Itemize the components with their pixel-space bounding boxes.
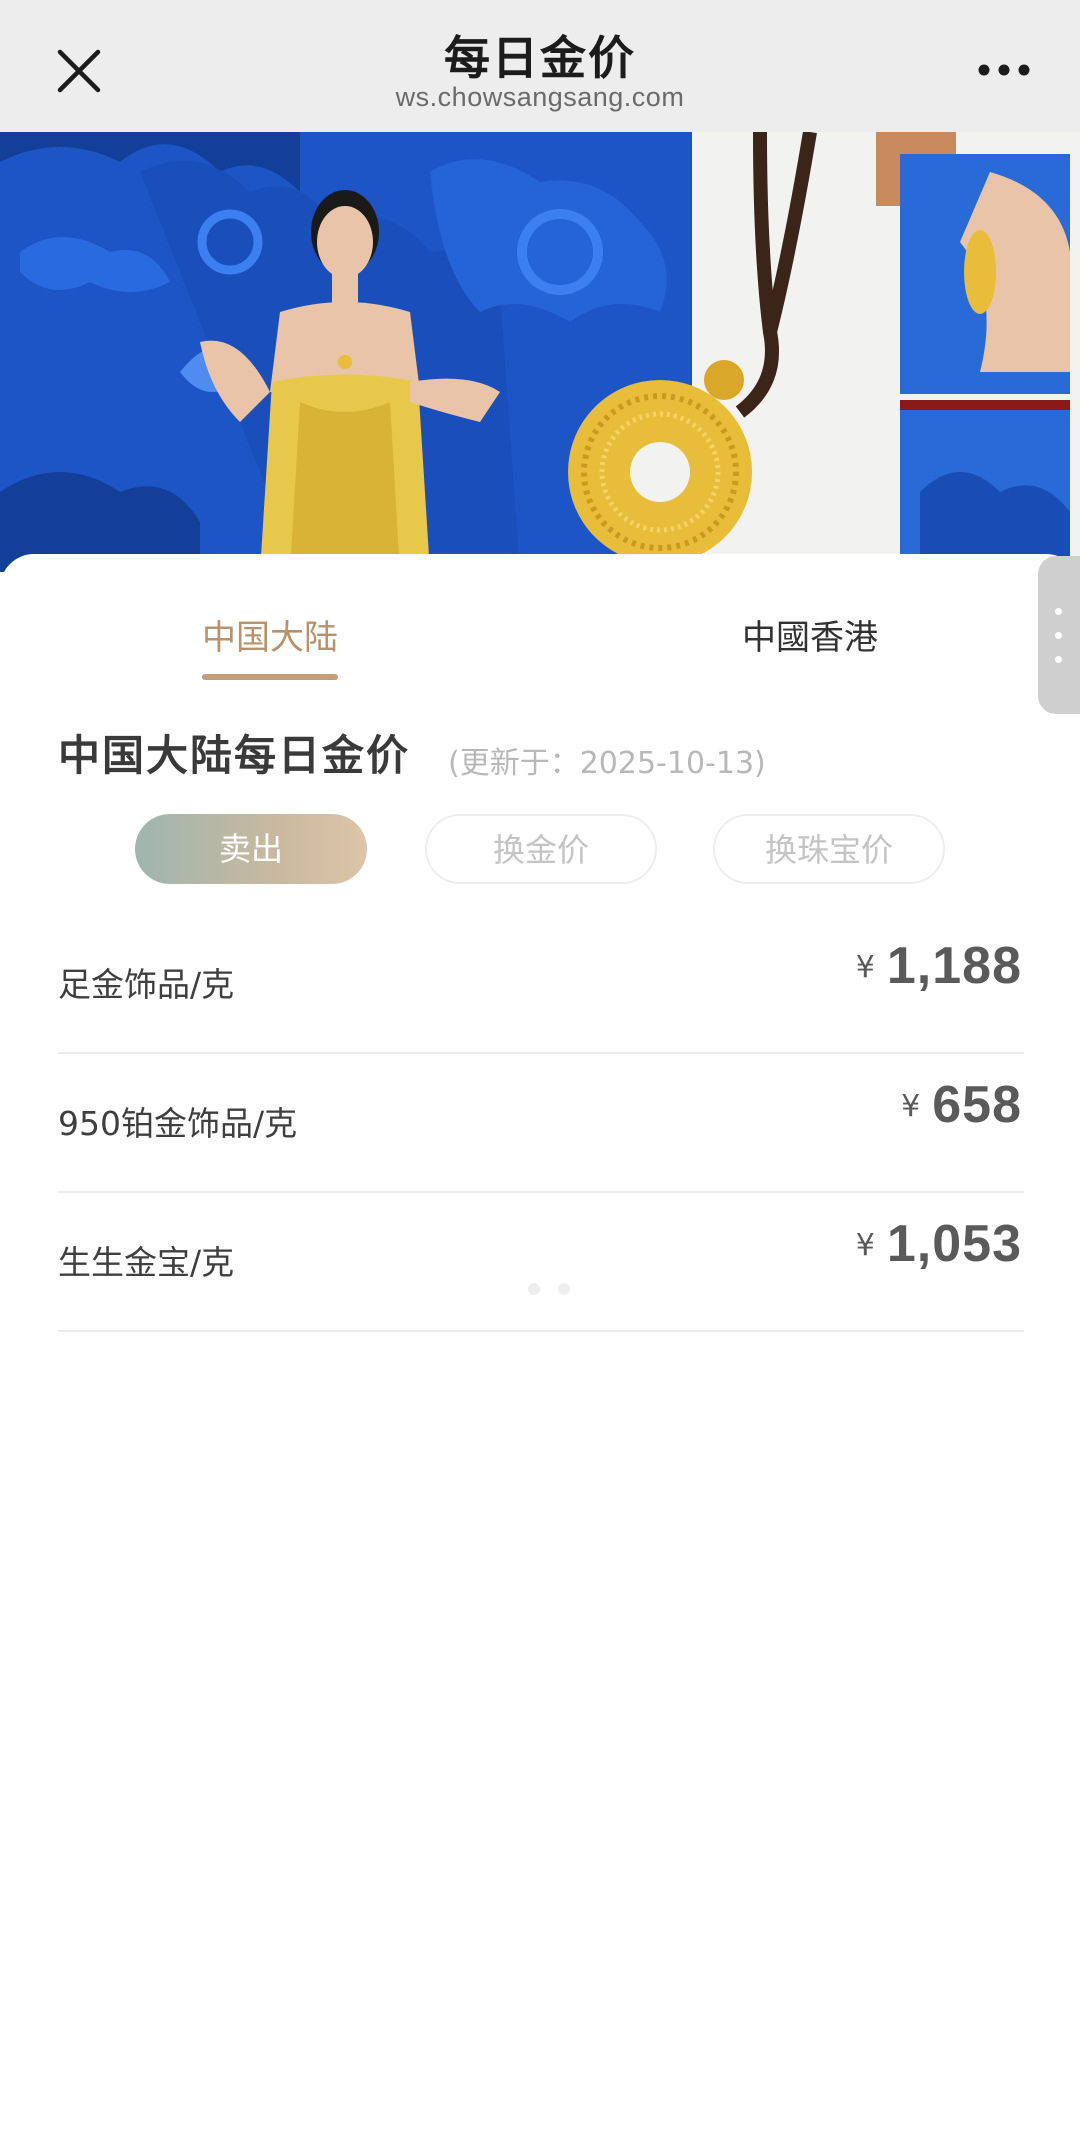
price-row: 950铂金饰品/克 ¥658 — [58, 1053, 1024, 1193]
promo-banner-image — [0, 132, 1080, 572]
currency-symbol: ¥ — [855, 1228, 875, 1263]
side-handle[interactable] — [1038, 556, 1080, 714]
price-amount: 658 — [932, 1076, 1022, 1134]
loading-indicator — [528, 1280, 588, 1299]
more-dots-icon[interactable] — [976, 50, 1032, 90]
price-item-label: 足金饰品/克 — [58, 965, 235, 1004]
promo-banner[interactable] — [0, 132, 1080, 572]
price-type-exchange-jewelry-button[interactable]: 换珠宝价 — [713, 814, 945, 884]
price-item-label: 生生金宝/克 — [58, 1243, 235, 1282]
top-nav-bar: 每日金价 ws.chowsangsang.com — [0, 0, 1080, 132]
section-title: 中国大陆每日金价 — [58, 731, 411, 780]
price-value: ¥1,188 — [856, 936, 1022, 996]
currency-symbol: ¥ — [901, 1089, 921, 1124]
update-timestamp: (更新于：2025-10-13) — [448, 746, 766, 781]
price-sheet — [0, 554, 1080, 2136]
price-value: ¥658 — [901, 1075, 1022, 1135]
active-tab-indicator — [202, 674, 338, 680]
tab-hong-kong[interactable]: 中國香港 — [742, 610, 878, 659]
price-type-sell-button[interactable]: 卖出 — [135, 814, 367, 884]
price-row: 足金饰品/克 ¥1,188 — [58, 914, 1024, 1054]
tab-mainland-china[interactable]: 中国大陆 — [202, 610, 338, 659]
page-url: ws.chowsangsang.com — [395, 82, 685, 112]
page-title: 每日金价 — [444, 31, 636, 85]
price-row: 生生金宝/克 ¥1,053 — [58, 1192, 1024, 1332]
currency-symbol: ¥ — [855, 950, 875, 985]
price-type-exchange-gold-button[interactable]: 换金价 — [425, 814, 657, 884]
price-amount: 1,188 — [886, 937, 1022, 995]
price-value: ¥1,053 — [856, 1214, 1022, 1274]
price-amount: 1,053 — [886, 1215, 1022, 1273]
price-item-label: 950铂金饰品/克 — [58, 1104, 298, 1143]
